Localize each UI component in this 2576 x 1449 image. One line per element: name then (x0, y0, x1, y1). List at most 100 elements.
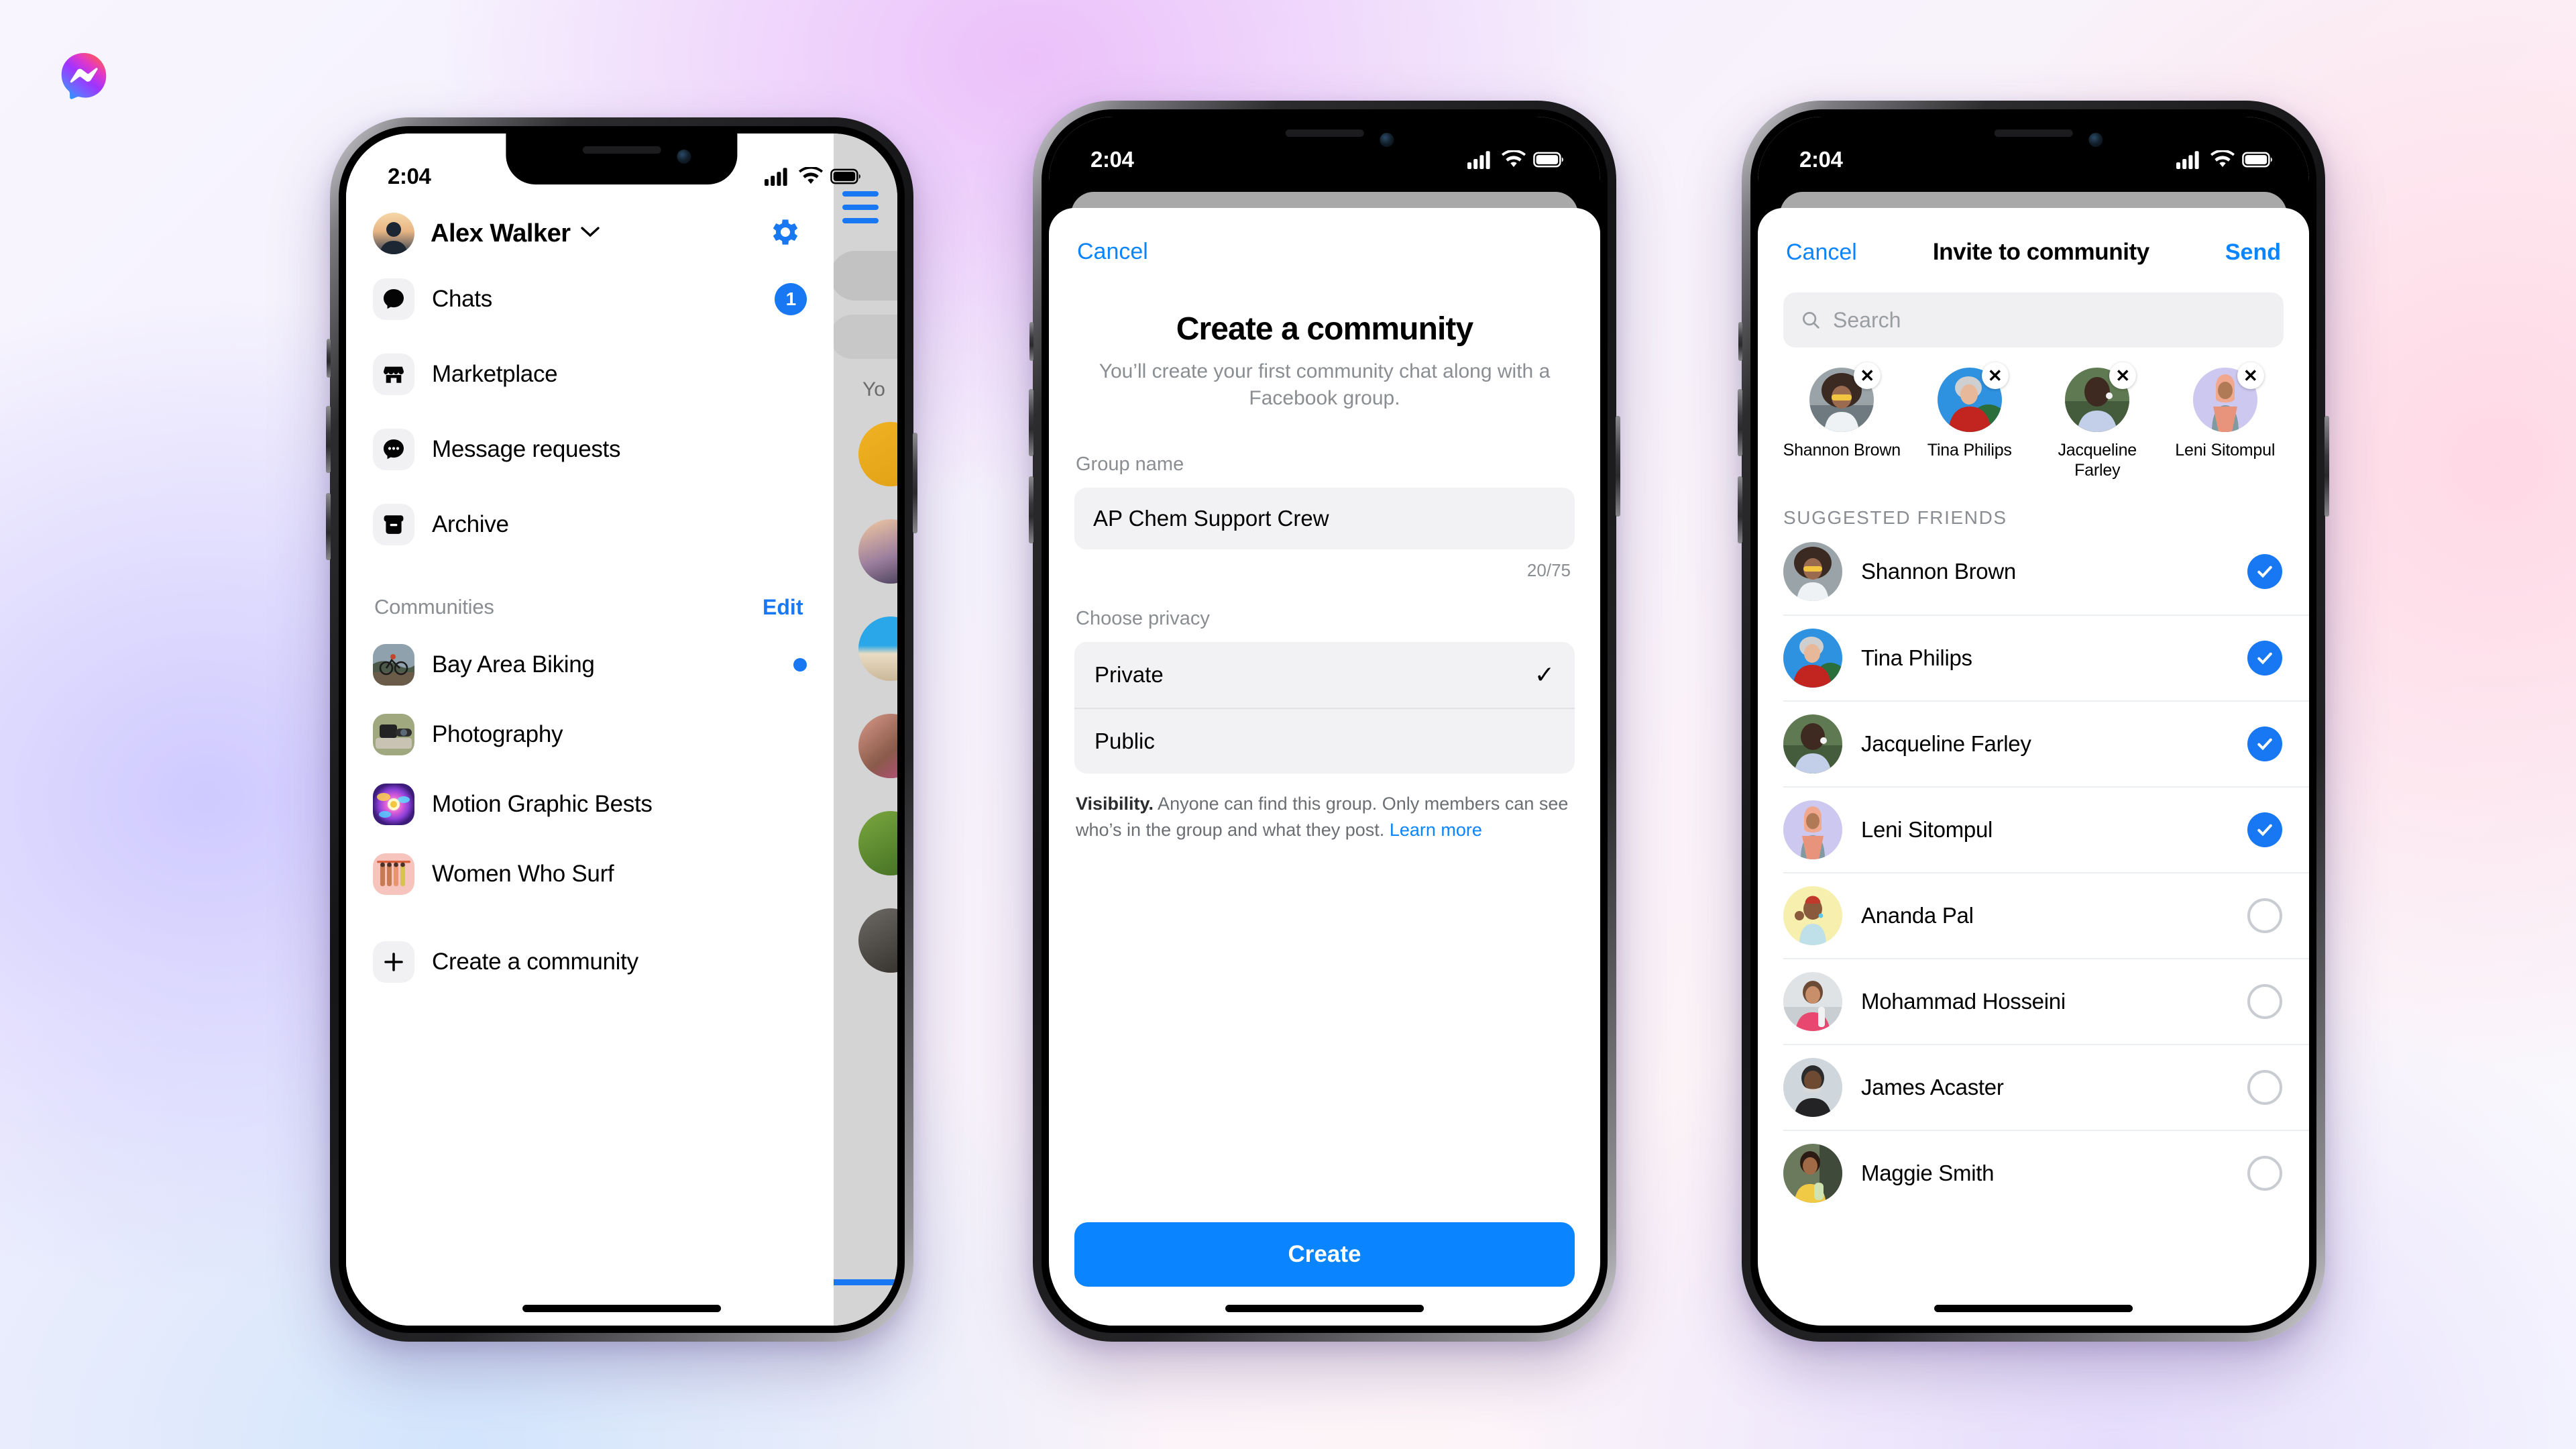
message-requests-icon (373, 429, 414, 470)
search-placeholder: Search (1833, 307, 1901, 332)
phone-device-2: Cancel Create a community You’ll create … (1029, 101, 1620, 1342)
power-button[interactable] (1616, 416, 1620, 517)
mute-switch[interactable] (327, 339, 331, 378)
list-item[interactable]: Leni Sitompul (1783, 786, 2309, 872)
friend-name: Jacqueline Farley (1861, 731, 2031, 756)
unread-badge: 1 (775, 283, 807, 315)
phone-device-3: Cancel Invite to community Send Search ✕… (1738, 101, 2329, 1342)
sidebar-item-message-requests[interactable]: Message requests (346, 419, 834, 480)
cellular-bars-icon (1467, 151, 1490, 169)
cancel-button[interactable]: Cancel (1786, 239, 1857, 266)
sidebar-item-label: Marketplace (432, 361, 558, 387)
sidebar-item-archive[interactable]: Archive (346, 494, 834, 555)
create-community-button[interactable]: Create a community (346, 932, 834, 992)
visibility-bold: Visibility. (1076, 794, 1154, 814)
checkbox-unchecked-icon[interactable] (2247, 898, 2282, 933)
list-item[interactable]: Bay Area Biking (346, 634, 834, 696)
send-button[interactable]: Send (2225, 239, 2281, 266)
create-community-label: Create a community (432, 949, 638, 975)
checkbox-unchecked-icon[interactable] (2247, 984, 2282, 1019)
story-avatar[interactable] (858, 616, 897, 681)
sidebar-item-label: Chats (432, 286, 492, 312)
page-title: Invite to community (1932, 239, 2149, 265)
create-button[interactable]: Create (1074, 1222, 1575, 1287)
section-title: Communities (374, 595, 494, 619)
friend-name: James Acaster (1861, 1075, 2004, 1099)
avatar (1783, 629, 1842, 688)
story-avatar[interactable] (858, 714, 897, 778)
volume-up-button[interactable] (1029, 389, 1033, 456)
checkbox-checked-icon[interactable] (2247, 554, 2282, 589)
search-bar-peek[interactable] (830, 251, 897, 301)
close-icon[interactable]: ✕ (1981, 362, 2009, 389)
list-item[interactable]: James Acaster (1783, 1044, 2309, 1130)
selected-friend-chip[interactable]: ✕ Leni Sitompul (2162, 362, 2290, 480)
volume-down-button[interactable] (326, 493, 331, 560)
sidebar-item-chats[interactable]: Chats 1 (346, 269, 834, 329)
avatar (1783, 800, 1842, 859)
close-icon[interactable]: ✕ (2237, 362, 2264, 389)
story-avatar[interactable] (858, 519, 897, 584)
volume-down-button[interactable] (1029, 476, 1033, 543)
volume-down-button[interactable] (1738, 476, 1742, 543)
list-item[interactable]: Tina Philips (1783, 614, 2309, 700)
list-item[interactable]: Mohammad Hosseini (1783, 958, 2309, 1044)
story-avatar[interactable] (858, 811, 897, 875)
cancel-button[interactable]: Cancel (1077, 239, 1148, 265)
list-item[interactable]: Women Who Surf (346, 843, 834, 905)
list-item[interactable]: Shannon Brown (1783, 529, 2309, 614)
group-name-input[interactable]: AP Chem Support Crew (1074, 488, 1575, 550)
friend-name: Ananda Pal (1861, 903, 1974, 928)
avatar (1783, 1058, 1842, 1117)
filter-pill-peek[interactable] (830, 315, 897, 359)
checkbox-unchecked-icon[interactable] (2247, 1156, 2282, 1191)
selected-friend-chip[interactable]: ✕ Shannon Brown (1778, 362, 1906, 480)
mute-switch[interactable] (1029, 322, 1033, 361)
checkbox-checked-icon[interactable] (2247, 641, 2282, 676)
friend-name: Leni Sitompul (1861, 817, 1993, 842)
list-item[interactable]: Maggie Smith (1783, 1130, 2309, 1216)
list-item[interactable]: Ananda Pal (1783, 872, 2309, 958)
status-time: 2:04 (1090, 147, 1134, 172)
edit-button[interactable]: Edit (763, 595, 803, 620)
privacy-option-public[interactable]: Public (1074, 708, 1575, 773)
close-icon[interactable]: ✕ (2109, 362, 2137, 389)
sidebar-item-marketplace[interactable]: Marketplace (346, 344, 834, 405)
selected-friend-chip[interactable]: ✕ Jacqueline Farley (2033, 362, 2162, 480)
plus-icon (373, 941, 414, 983)
page-subtitle: You’ll create your first community chat … (1099, 360, 1551, 410)
story-avatar[interactable] (858, 422, 897, 486)
page-title: Create a community (1176, 311, 1474, 347)
cellular-bars-icon (2176, 151, 2199, 169)
search-input[interactable]: Search (1783, 292, 2284, 347)
checkbox-checked-icon[interactable] (2247, 727, 2282, 761)
checkbox-unchecked-icon[interactable] (2247, 1070, 2282, 1105)
privacy-option-private[interactable]: Private ✓ (1074, 642, 1575, 708)
community-label: Bay Area Biking (432, 651, 595, 678)
gear-icon[interactable] (768, 215, 803, 253)
selected-friend-chip[interactable]: ✕ Tina Philips (1906, 362, 2034, 480)
status-bar: 2:04 (346, 133, 897, 198)
volume-up-button[interactable] (1738, 389, 1742, 456)
story-avatar[interactable] (858, 908, 897, 973)
close-icon[interactable]: ✕ (1854, 362, 1881, 389)
friend-name: Mohammad Hosseini (1861, 989, 2066, 1014)
suggested-friends-header: SUGGESTED FRIENDS (1783, 507, 2007, 528)
avatar[interactable] (373, 213, 414, 254)
chevron-down-icon[interactable] (580, 226, 600, 241)
cellular-bars-icon (765, 168, 787, 186)
profile-name[interactable]: Alex Walker (431, 219, 571, 248)
list-item[interactable]: Jacqueline Farley (1783, 700, 2309, 786)
power-button[interactable] (2325, 416, 2329, 517)
learn-more-link[interactable]: Learn more (1390, 820, 1482, 840)
friend-name: Tina Philips (1861, 645, 1972, 670)
list-item[interactable]: Motion Graphic Bests (346, 773, 834, 835)
power-button[interactable] (913, 433, 917, 533)
selected-friends-row: ✕ Shannon Brown ✕ Tina Philips ✕ Jacquel… (1758, 347, 2309, 480)
check-icon: ✓ (1534, 661, 1555, 689)
mute-switch[interactable] (1738, 322, 1742, 361)
list-item[interactable]: Photography (346, 704, 834, 765)
volume-up-button[interactable] (326, 406, 331, 473)
checkbox-checked-icon[interactable] (2247, 812, 2282, 847)
community-thumbnail (373, 644, 414, 686)
